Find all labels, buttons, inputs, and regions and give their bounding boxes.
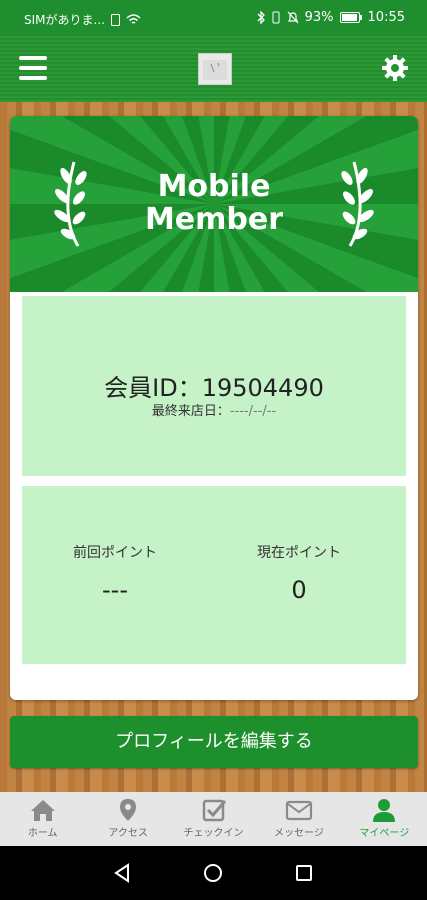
tab-access[interactable]: アクセス <box>85 792 170 846</box>
mail-icon <box>285 800 313 821</box>
member-card: Mobile Member 会員ID：19504490 最終来店日：----/-… <box>10 116 418 700</box>
sim-icon <box>110 13 120 26</box>
map-pin-icon <box>120 799 137 821</box>
member-id-panel: 会員ID：19504490 最終来店日：----/--/-- <box>22 296 406 476</box>
tab-message-label: メッセージ <box>274 828 324 839</box>
points-panel: 前回ポイント --- 現在ポイント 0 <box>22 486 406 664</box>
tab-home-label: ホーム <box>27 828 58 839</box>
carrier-text: SIMがありま... <box>24 13 105 27</box>
last-visit: 最終来店日：----/--/-- <box>22 400 406 419</box>
back-icon[interactable] <box>113 863 131 883</box>
battery-icon <box>339 12 362 23</box>
app-header <box>0 36 427 102</box>
current-points-value: 0 <box>291 576 307 604</box>
user-icon <box>373 799 396 822</box>
tab-mypage[interactable]: マイページ <box>342 792 427 846</box>
tab-checkin[interactable]: チェックイン <box>171 792 256 846</box>
last-visit-value: ----/--/-- <box>229 404 277 419</box>
checkin-icon <box>202 799 226 822</box>
bottom-tab-bar: ホーム アクセス チェックイン メッセージ マイページ <box>0 792 427 846</box>
tab-access-label: アクセス <box>108 828 148 839</box>
laurel-right-icon <box>341 161 374 247</box>
home-icon <box>30 800 55 821</box>
hamburger-menu-icon[interactable] <box>19 56 47 80</box>
system-nav-bar <box>0 846 427 900</box>
recents-icon[interactable] <box>295 864 313 882</box>
current-points: 現在ポイント 0 <box>224 542 374 604</box>
tab-mypage-label: マイページ <box>359 828 410 839</box>
current-points-label: 現在ポイント <box>257 545 341 561</box>
app-logo <box>198 53 232 85</box>
gear-icon[interactable] <box>381 54 409 82</box>
bluetooth-icon <box>257 11 265 24</box>
tab-home[interactable]: ホーム <box>0 792 85 846</box>
previous-points: 前回ポイント --- <box>40 542 190 604</box>
edit-profile-button[interactable]: プロフィールを編集する <box>10 716 418 768</box>
battery-percent: 93% <box>304 10 334 25</box>
wifi-icon <box>126 13 141 24</box>
tab-checkin-label: チェックイン <box>183 828 244 839</box>
tab-message[interactable]: メッセージ <box>256 792 341 846</box>
mute-bell-icon <box>287 11 299 24</box>
previous-points-value: --- <box>102 576 128 604</box>
status-bar: SIMがありま... 93% 10:55 <box>0 0 427 36</box>
member-banner: Mobile Member <box>10 116 418 292</box>
home-nav-icon[interactable] <box>203 863 223 883</box>
vibrate-icon <box>272 11 280 24</box>
last-visit-label: 最終来店日： <box>151 404 230 419</box>
member-id: 会員ID：19504490 <box>104 374 324 402</box>
previous-points-label: 前回ポイント <box>73 545 157 561</box>
clock: 10:55 <box>367 10 405 25</box>
